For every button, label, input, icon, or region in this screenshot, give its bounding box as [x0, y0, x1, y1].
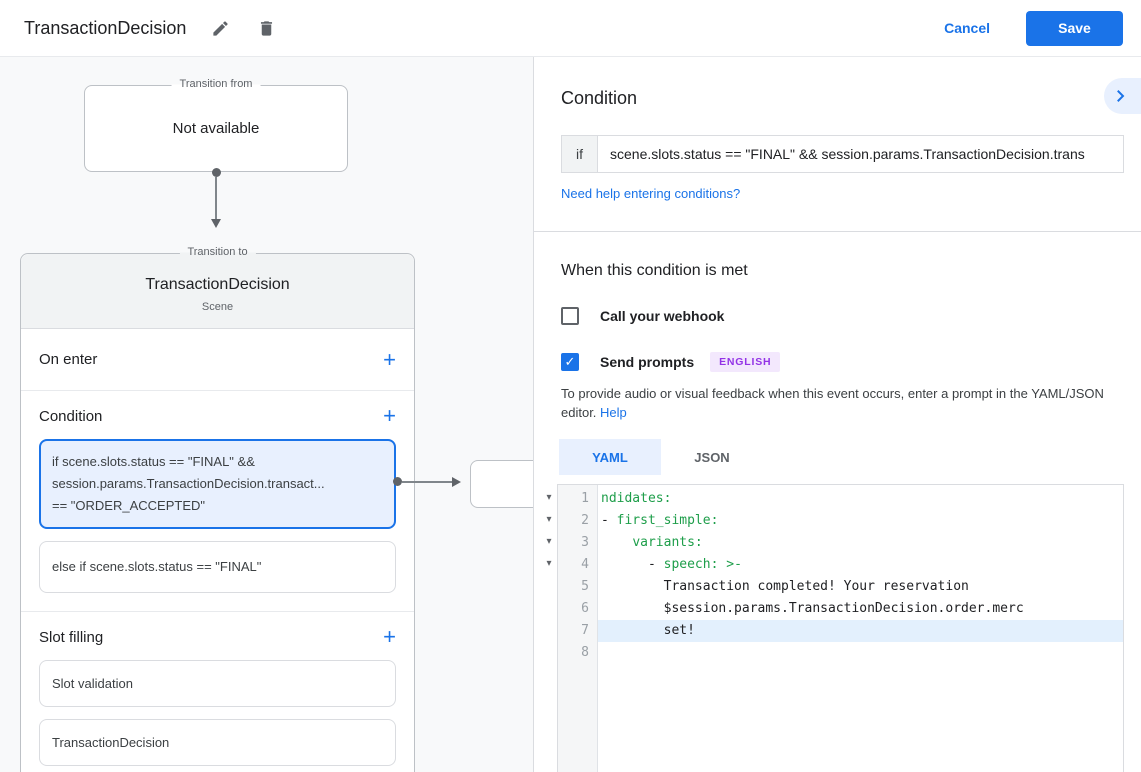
condition-connector-dot [393, 477, 402, 486]
condition-cards: if scene.slots.status == "FINAL" && sessi… [39, 439, 396, 593]
editor-gutter: 1 2 3 4 5 6 7 8 [558, 485, 598, 772]
add-on-enter-button[interactable]: + [383, 348, 396, 370]
language-badge: ENGLISH [710, 352, 781, 372]
when-met-title: When this condition is met [561, 262, 748, 279]
code-line[interactable]: - speech: >- [598, 554, 1123, 576]
section-divider [534, 231, 1141, 232]
flow-canvas: Transition from Not available Transition… [0, 57, 533, 772]
condition-card[interactable]: if scene.slots.status == "FINAL" && sessi… [39, 439, 396, 529]
prompts-description: To provide audio or visual feedback when… [561, 384, 1114, 422]
connector-dot [212, 168, 221, 177]
editor-tabs: YAML JSON [559, 439, 1141, 475]
code-line[interactable]: ndidates: [598, 488, 1123, 510]
webhook-row: Call your webhook [561, 307, 1141, 325]
fold-column: ▾ ▾ ▾ ▾ [541, 484, 557, 772]
header-bar: TransactionDecision Cancel Save [0, 0, 1141, 57]
line-number: 6 [581, 601, 589, 616]
prompts-label: Send prompts [600, 354, 695, 370]
on-enter-label: On enter [39, 351, 98, 368]
tab-yaml[interactable]: YAML [559, 439, 661, 475]
transition-from-box[interactable]: Transition from Not available [84, 78, 348, 172]
condition-section: Condition + if scene.slots.status == "FI… [21, 391, 414, 612]
slot-cards: Slot validation TransactionDecision [39, 660, 396, 766]
editor-box[interactable]: 1 2 3 4 5 6 7 8 ndidates: - first_simple: varian… [557, 484, 1124, 772]
slot-card[interactable]: Slot validation [39, 660, 396, 707]
arrow-right-icon [452, 477, 461, 487]
fold-toggle-chevron-down-icon[interactable]: ▾ [541, 488, 557, 510]
fold-toggle-chevron-down-icon[interactable]: ▾ [541, 510, 557, 532]
line-number: 7 [581, 623, 589, 638]
scene-header[interactable]: TransactionDecision Scene [21, 254, 414, 329]
code-line[interactable] [598, 642, 1123, 664]
scene-title: TransactionDecision [145, 276, 290, 293]
code-line[interactable]: - first_simple: [598, 510, 1123, 532]
condition-detail-panel: Condition if Need help entering conditio… [533, 57, 1141, 772]
help-link[interactable]: Help [600, 405, 627, 420]
slot-filling-section: Slot filling + Slot validation Transactio… [21, 612, 414, 772]
edit-scene-button[interactable] [208, 16, 232, 40]
prompts-checkbox[interactable]: ✓ [561, 353, 579, 371]
transition-from-legend: Transition from [171, 78, 261, 90]
collapse-panel-button[interactable] [1104, 78, 1141, 114]
scene-type-label: Scene [201, 301, 234, 313]
editor-code[interactable]: ndidates: - first_simple: variants: - spe… [598, 485, 1123, 772]
fold-toggle-chevron-down-icon[interactable]: ▾ [541, 532, 557, 554]
line-number: 8 [581, 645, 589, 660]
send-prompts-row: ✓ Send prompts ENGLISH [561, 352, 1141, 372]
condition-section-label: Condition [39, 407, 103, 425]
transition-to-legend: Transition to [179, 246, 256, 258]
chevron-right-icon [1116, 90, 1124, 102]
conditions-help-link[interactable]: Need help entering conditions? [561, 186, 740, 201]
transition-target-box[interactable] [470, 460, 533, 508]
delete-scene-button[interactable] [254, 16, 278, 40]
slot-card[interactable]: TransactionDecision [39, 719, 396, 766]
fold-toggle-chevron-down-icon[interactable]: ▾ [541, 554, 557, 576]
arrow-down-icon [211, 219, 221, 228]
add-slot-button[interactable]: + [383, 626, 396, 648]
code-line[interactable]: $session.params.TransactionDecision.orde… [598, 598, 1123, 620]
line-number: 2 [581, 513, 589, 528]
cancel-button[interactable]: Cancel [944, 20, 990, 36]
line-number: 3 [581, 535, 589, 550]
condition-input[interactable] [598, 135, 1124, 173]
connector-line-down [215, 177, 217, 219]
on-enter-row[interactable]: On enter + [21, 329, 414, 391]
line-number: 4 [581, 557, 589, 572]
condition-connector-line [402, 481, 452, 483]
panel-title: Condition [561, 88, 638, 108]
transition-from-content: Not available [172, 120, 260, 137]
tab-json[interactable]: JSON [661, 439, 763, 475]
if-label: if [561, 135, 598, 173]
condition-card[interactable]: else if scene.slots.status == "FINAL" [39, 541, 396, 593]
code-line[interactable]: set! [598, 620, 1123, 642]
save-button[interactable]: Save [1026, 10, 1123, 46]
page-title: TransactionDecision [24, 17, 187, 38]
webhook-checkbox[interactable] [561, 307, 579, 325]
webhook-label: Call your webhook [600, 308, 725, 324]
slot-filling-label: Slot filling [39, 628, 104, 646]
add-condition-button[interactable]: + [383, 405, 396, 427]
scene-box: Transition to TransactionDecision Scene … [20, 246, 415, 772]
code-line[interactable]: variants: [598, 532, 1123, 554]
condition-expression-row: if [561, 135, 1124, 173]
trash-icon [260, 20, 272, 36]
line-number: 5 [581, 579, 589, 594]
pencil-icon [213, 20, 228, 36]
prompts-description-text: To provide audio or visual feedback when… [561, 386, 1104, 420]
yaml-editor: ▾ ▾ ▾ ▾ 12345678 ndidates: - first_simple: v… [541, 484, 1141, 772]
line-number: 1 [581, 491, 589, 506]
code-line[interactable]: Transaction completed! Your reservation [598, 576, 1123, 598]
app-root: TransactionDecision Cancel Save Transiti… [0, 0, 1141, 772]
